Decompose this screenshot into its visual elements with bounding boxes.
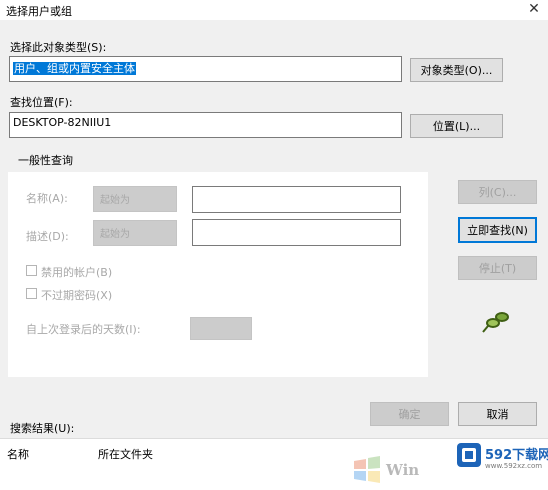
object-type-label: 选择此对象类型(S): xyxy=(10,41,107,54)
description-label: 描述(D): xyxy=(26,230,69,243)
disabled-accounts-checkbox xyxy=(26,265,37,276)
cancel-button[interactable]: 取消 xyxy=(458,402,537,426)
brand-name: 592下载网 xyxy=(485,448,548,463)
ok-button: 确定 xyxy=(370,402,449,426)
column-header-name[interactable]: 名称 xyxy=(7,446,29,462)
site-watermark: 592下载网 www.592xz.com xyxy=(450,436,548,490)
brand-url: www.592xz.com xyxy=(485,462,543,470)
general-query-heading: 一般性查询 xyxy=(18,154,73,167)
name-input[interactable] xyxy=(192,186,401,213)
object-type-value: 用户、组或内置安全主体 xyxy=(13,62,136,75)
description-mode-select: 起始为 xyxy=(93,220,177,246)
close-icon[interactable]: ✕ xyxy=(526,1,542,17)
disabled-accounts-label: 禁用的帐户(B) xyxy=(41,266,113,279)
days-since-logon-label: 自上次登录后的天数(I): xyxy=(26,323,141,336)
stop-button: 停止(T) xyxy=(458,256,537,280)
object-type-field: 用户、组或内置安全主体 xyxy=(9,56,402,82)
find-icon xyxy=(480,308,514,336)
locations-button[interactable]: 位置(L)... xyxy=(410,114,503,138)
column-header-folder[interactable]: 所在文件夹 xyxy=(98,446,153,462)
brand-logo-icon xyxy=(456,442,482,468)
search-results-label: 搜索结果(U): xyxy=(10,422,75,435)
days-since-logon-select xyxy=(190,317,252,340)
non-expiring-password-label: 不过期密码(X) xyxy=(41,289,113,302)
columns-button: 列(C)... xyxy=(458,180,537,204)
find-now-button[interactable]: 立即查找(N) xyxy=(458,217,537,243)
non-expiring-password-checkbox xyxy=(26,288,37,299)
location-field: DESKTOP-82NIIU1 xyxy=(9,112,402,138)
name-label: 名称(A): xyxy=(26,192,68,205)
name-mode-select: 起始为 xyxy=(93,186,177,212)
description-input[interactable] xyxy=(192,219,401,246)
title-bar xyxy=(0,0,548,20)
object-types-button[interactable]: 对象类型(O)... xyxy=(410,58,503,82)
watermark-os-text: Win xyxy=(386,461,420,479)
location-label: 查找位置(F): xyxy=(10,96,73,109)
window-title: 选择用户或组 xyxy=(6,5,72,18)
